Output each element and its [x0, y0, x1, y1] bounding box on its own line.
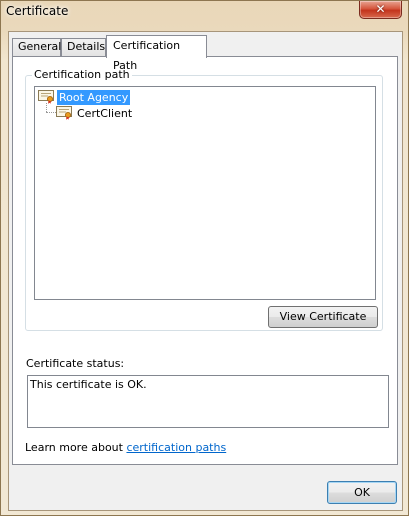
certification-path-panel: Certification path Root Agency CertClien…: [12, 56, 398, 465]
tree-node-label: Root Agency: [57, 89, 131, 105]
certification-paths-link[interactable]: certification paths: [126, 441, 226, 454]
view-certificate-button[interactable]: View Certificate: [268, 306, 378, 328]
tab-general[interactable]: General: [12, 38, 61, 56]
certificate-status-text: This certificate is OK.: [30, 378, 147, 391]
ok-button[interactable]: OK: [327, 481, 397, 504]
tree-node-label: CertClient: [77, 106, 133, 120]
certificate-status-box[interactable]: This certificate is OK.: [27, 375, 389, 428]
tree-node-certclient[interactable]: CertClient: [56, 105, 134, 121]
learn-more-prefix: Learn more about: [25, 441, 127, 454]
certification-path-group: Certification path Root Agency CertClien…: [25, 68, 383, 331]
certificate-dialog: Certificate ✕ General Details Certificat…: [0, 0, 409, 516]
tab-details-label: Details: [67, 40, 106, 53]
tab-general-label: General: [18, 40, 62, 53]
tree-node-root-agency[interactable]: Root Agency: [38, 89, 131, 105]
title-bar[interactable]: Certificate ✕: [1, 1, 408, 23]
learn-more-text: Learn more about certification paths: [25, 441, 226, 454]
tab-certification-path[interactable]: Certification Path: [106, 35, 207, 72]
certificate-status-label: Certificate status:: [26, 357, 125, 370]
certificate-icon: [56, 106, 72, 120]
close-icon: ✕: [375, 2, 386, 16]
certificate-icon: [38, 90, 54, 104]
close-button[interactable]: ✕: [359, 1, 402, 19]
window-title: Certificate: [6, 4, 69, 18]
dialog-body: General Details Certification Path Certi…: [8, 31, 403, 511]
tab-details[interactable]: Details: [61, 38, 106, 56]
tree-connector: [46, 112, 56, 113]
certification-path-tree[interactable]: Root Agency CertClient: [34, 86, 376, 300]
